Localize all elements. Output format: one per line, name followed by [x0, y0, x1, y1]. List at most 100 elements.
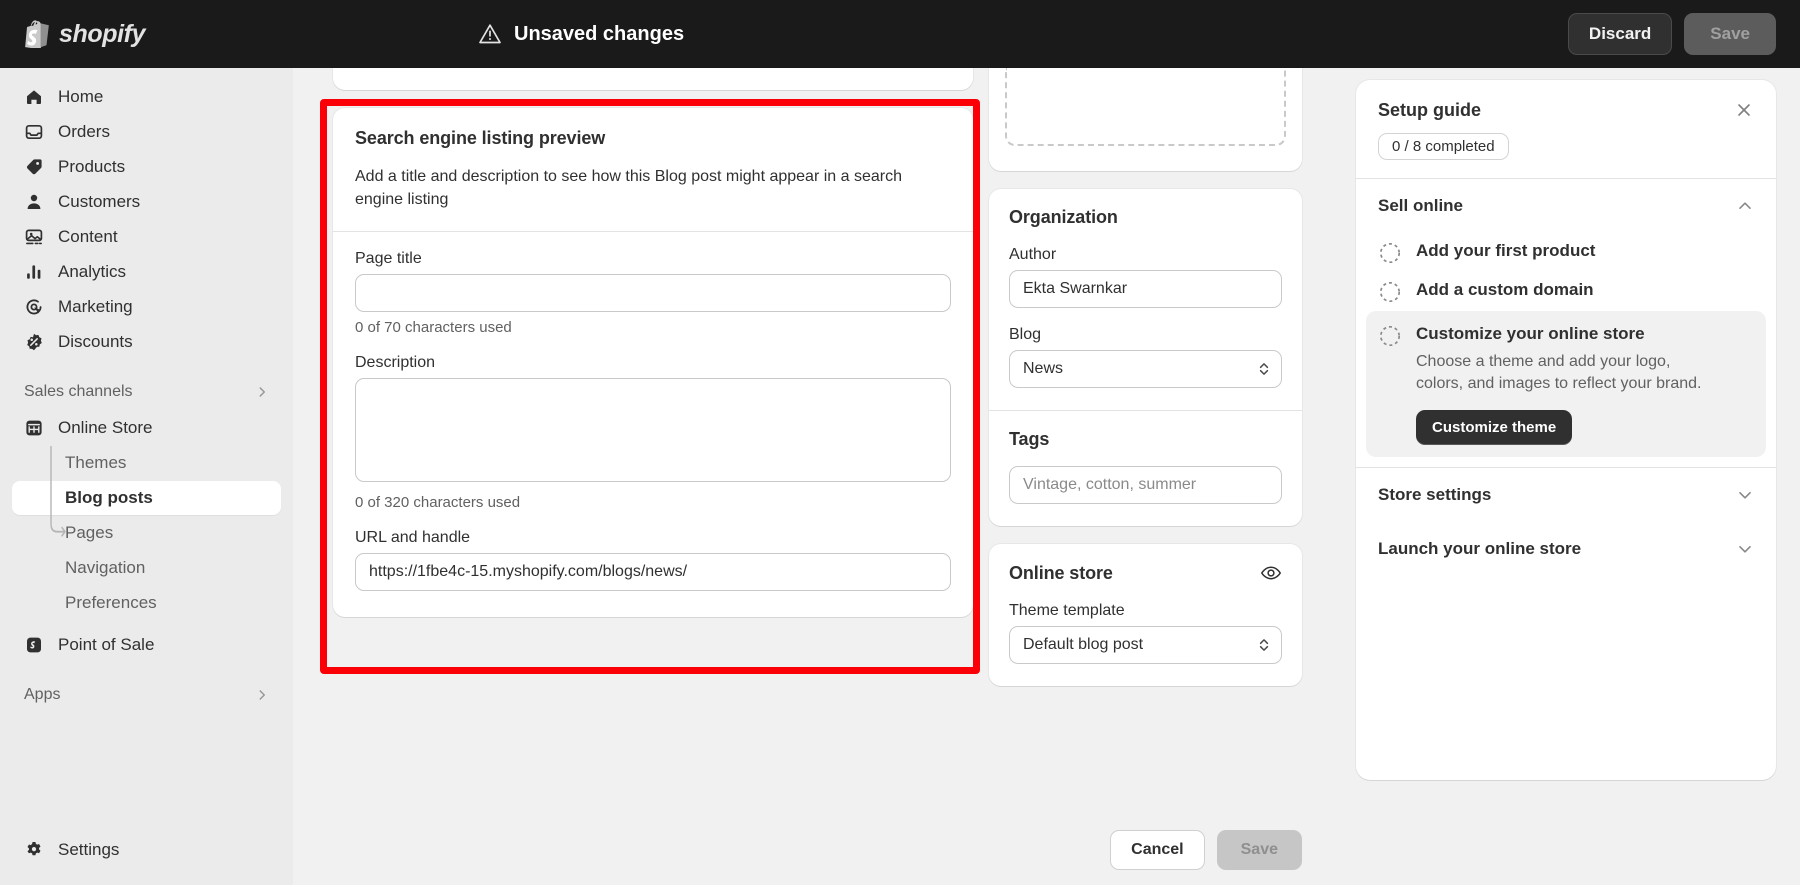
- image-dropzone[interactable]: [1005, 68, 1286, 146]
- sidebar-item-label: Navigation: [65, 558, 145, 578]
- dashed-circle-icon: [1378, 241, 1402, 265]
- previous-card-partial: [333, 68, 973, 90]
- apps-label: Apps: [24, 686, 60, 704]
- seo-listing-preview-card: Search engine listing preview Add a titl…: [333, 108, 973, 617]
- sidebar-item-label: Content: [58, 227, 118, 247]
- sidebar-item-discounts[interactable]: Discounts: [12, 325, 281, 359]
- primary-column: Search engine listing preview Add a titl…: [333, 68, 973, 617]
- online-store-card-header: Online store: [989, 544, 1302, 584]
- secondary-column: Organization Author Blog News: [989, 68, 1302, 704]
- setup-guide-panel: Setup guide 0 / 8 completed Sell online: [1356, 80, 1776, 780]
- close-icon[interactable]: [1734, 100, 1754, 120]
- sidebar-item-products[interactable]: Products: [12, 150, 281, 184]
- setup-task-description: Choose a theme and add your logo, colors…: [1416, 351, 1716, 396]
- url-handle-input[interactable]: [355, 553, 951, 591]
- online-store-card: Online store Theme template Default blog…: [989, 544, 1302, 686]
- sidebar-item-pages[interactable]: Pages: [12, 516, 281, 550]
- organization-card-title: Organization: [1009, 207, 1282, 228]
- setup-group-title: Store settings: [1378, 485, 1491, 505]
- warning-triangle-icon: [478, 22, 502, 46]
- theme-template-select[interactable]: Default blog post: [1009, 626, 1282, 664]
- theme-template-select-wrapper: Default blog post: [1009, 626, 1282, 664]
- sidebar-item-label: Orders: [58, 122, 110, 142]
- setup-group-title: Sell online: [1378, 196, 1463, 216]
- setup-task-label: Customize your online store: [1416, 323, 1716, 346]
- author-label: Author: [1009, 246, 1282, 264]
- sidebar-navigation: Home Orders Products Customers: [0, 68, 293, 885]
- sales-channels-label: Sales channels: [24, 383, 133, 401]
- sidebar-item-label: Themes: [65, 453, 126, 473]
- sidebar-item-label: Customers: [58, 192, 140, 212]
- eye-icon[interactable]: [1260, 562, 1282, 584]
- price-tag-icon: [24, 157, 44, 177]
- unsaved-changes-indicator: Unsaved changes: [478, 0, 684, 68]
- tags-input[interactable]: [1009, 466, 1282, 504]
- shopify-logo[interactable]: shopify: [24, 20, 294, 49]
- author-input[interactable]: [1009, 270, 1282, 308]
- save-button-topbar[interactable]: Save: [1684, 13, 1776, 55]
- setup-group-title: Launch your online store: [1378, 539, 1581, 559]
- setup-task-label: Add a custom domain: [1416, 279, 1594, 302]
- pos-bag-icon: [24, 635, 44, 655]
- sidebar-item-preferences[interactable]: Preferences: [12, 586, 281, 620]
- sidebar-item-navigation[interactable]: Navigation: [12, 551, 281, 585]
- setup-group-launch-online-store[interactable]: Launch your online store: [1356, 522, 1776, 576]
- sidebar-item-label: Marketing: [58, 297, 133, 317]
- top-bar-actions: Discard Save: [1568, 0, 1776, 68]
- sidebar-item-label: Discounts: [58, 332, 133, 352]
- page-title-input[interactable]: [355, 274, 951, 312]
- description-counter: 0 of 320 characters used: [355, 494, 951, 511]
- description-textarea[interactable]: [355, 378, 951, 482]
- blog-select[interactable]: News: [1009, 350, 1282, 388]
- sidebar-item-customers[interactable]: Customers: [12, 185, 281, 219]
- blog-label: Blog: [1009, 326, 1282, 344]
- setup-group-sell-online[interactable]: Sell online: [1356, 179, 1776, 233]
- sidebar-item-home[interactable]: Home: [12, 80, 281, 114]
- setup-task-add-first-product[interactable]: Add your first product: [1356, 233, 1776, 272]
- sidebar-item-online-store[interactable]: Online Store: [12, 411, 281, 445]
- main-content-area: Search engine listing preview Add a titl…: [293, 68, 1800, 885]
- sidebar-item-themes[interactable]: Themes: [12, 446, 281, 480]
- sidebar-item-blog-posts[interactable]: Blog posts: [12, 481, 281, 515]
- sidebar-item-label: Online Store: [58, 418, 153, 438]
- customize-theme-button[interactable]: Customize theme: [1416, 410, 1572, 445]
- setup-task-customize-online-store[interactable]: Customize your online store Choose a the…: [1366, 311, 1766, 457]
- sidebar-item-label: Analytics: [58, 262, 126, 282]
- online-store-card-title: Online store: [1009, 563, 1113, 584]
- sidebar-item-label: Preferences: [65, 593, 157, 613]
- unsaved-changes-text: Unsaved changes: [514, 23, 684, 46]
- gear-icon: [24, 840, 44, 860]
- setup-progress-badge: 0 / 8 completed: [1378, 133, 1509, 160]
- form-footer-actions: Cancel Save: [989, 830, 1302, 870]
- sidebar-item-orders[interactable]: Orders: [12, 115, 281, 149]
- featured-image-card-partial: [989, 68, 1302, 171]
- person-icon: [24, 192, 44, 212]
- page-title-label: Page title: [355, 250, 951, 268]
- sidebar-section-apps[interactable]: Apps: [12, 678, 281, 712]
- chevron-up-icon: [1736, 197, 1754, 215]
- sidebar-item-label: Settings: [58, 840, 119, 860]
- sidebar-item-label: Pages: [65, 523, 113, 543]
- storefront-icon: [24, 418, 44, 438]
- setup-group-store-settings[interactable]: Store settings: [1356, 468, 1776, 522]
- url-handle-label: URL and handle: [355, 529, 951, 547]
- sidebar-item-marketing[interactable]: Marketing: [12, 290, 281, 324]
- top-bar: shopify Unsaved changes Discard Save: [0, 0, 1800, 68]
- sidebar-item-analytics[interactable]: Analytics: [12, 255, 281, 289]
- dashed-circle-icon: [1378, 324, 1402, 348]
- sidebar-section-sales-channels[interactable]: Sales channels: [12, 375, 281, 409]
- sidebar-item-label: Blog posts: [65, 488, 153, 508]
- setup-task-label: Add your first product: [1416, 240, 1595, 263]
- setup-task-add-custom-domain[interactable]: Add a custom domain: [1356, 272, 1776, 311]
- chevron-down-icon: [1736, 540, 1754, 558]
- description-label: Description: [355, 354, 951, 372]
- sidebar-item-settings[interactable]: Settings: [12, 833, 131, 867]
- orders-inbox-icon: [24, 122, 44, 142]
- cancel-button[interactable]: Cancel: [1110, 830, 1204, 870]
- save-button-footer[interactable]: Save: [1217, 830, 1302, 870]
- seo-card-title: Search engine listing preview: [355, 128, 951, 149]
- sidebar-item-content[interactable]: Content: [12, 220, 281, 254]
- setup-task-body: Customize your online store Choose a the…: [1416, 323, 1716, 445]
- discard-button[interactable]: Discard: [1568, 13, 1672, 55]
- sidebar-item-point-of-sale[interactable]: Point of Sale: [12, 628, 281, 662]
